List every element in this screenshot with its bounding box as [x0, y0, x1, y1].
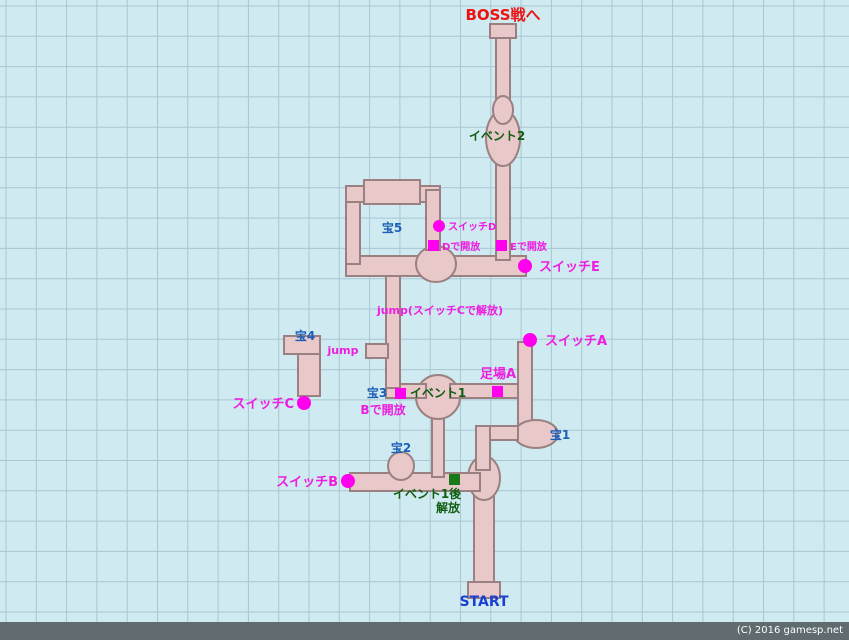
jump-c-label: jump(スイッチCで解放): [376, 303, 503, 317]
treasure5-label: 宝5: [382, 220, 402, 235]
switch-a-label: スイッチA: [545, 334, 607, 349]
treasure4-label: 宝4: [295, 328, 315, 343]
chamber-t2: [387, 451, 415, 481]
corridor-start: [473, 484, 495, 598]
treasure3-label: 宝3: [367, 385, 387, 400]
switch-b-marker: [341, 474, 355, 488]
treasure3-marker: [395, 388, 406, 399]
corridor-t1v: [475, 425, 491, 471]
switch-b-label: スイッチB: [276, 475, 338, 490]
switch-d-marker: [433, 220, 445, 232]
copyright-credit: (C) 2016 gamesp.net: [736, 625, 843, 636]
boss-top: [489, 23, 517, 39]
d-open-marker: [428, 240, 439, 251]
event1-after-label-line1: イベント1後: [393, 486, 462, 501]
d-open-label: Dで開放: [442, 240, 481, 253]
start-label: START: [459, 594, 509, 610]
foothold-a-marker: [492, 386, 503, 397]
jump-label: jump: [327, 344, 359, 357]
event1-after-marker: [449, 474, 460, 485]
switch-c-label: スイッチC: [232, 397, 294, 412]
event1-after-label-line2: 解放: [436, 500, 461, 515]
event1-label: イベント1: [410, 386, 466, 400]
treasure1-label: 宝1: [550, 427, 570, 442]
foothold-a-label: 足場A: [480, 366, 516, 382]
event2-label: イベント2: [469, 129, 525, 143]
switch-d-label: スイッチD: [448, 221, 496, 233]
e-open-label: Eで開放: [510, 240, 548, 253]
switch-a-marker: [523, 333, 537, 347]
dungeon-map: BOSS戦へ イベント2 宝5 スイッチD Dで開放 Eで開放 スイッチE ju…: [0, 0, 849, 622]
footer-bar: [0, 622, 849, 640]
b-open-label: Bで開放: [360, 402, 406, 417]
e-open-marker: [496, 240, 507, 251]
chamber-north: [492, 95, 514, 125]
switch-e-marker: [518, 259, 532, 273]
corridor-jump: [365, 343, 389, 359]
switch-c-marker: [297, 396, 311, 410]
boss-label: BOSS戦へ: [465, 6, 540, 24]
corridor-mid: [385, 275, 401, 389]
treasure2-label: 宝2: [391, 440, 411, 455]
switch-e-label: スイッチE: [539, 260, 600, 275]
loop-room: [363, 179, 421, 205]
